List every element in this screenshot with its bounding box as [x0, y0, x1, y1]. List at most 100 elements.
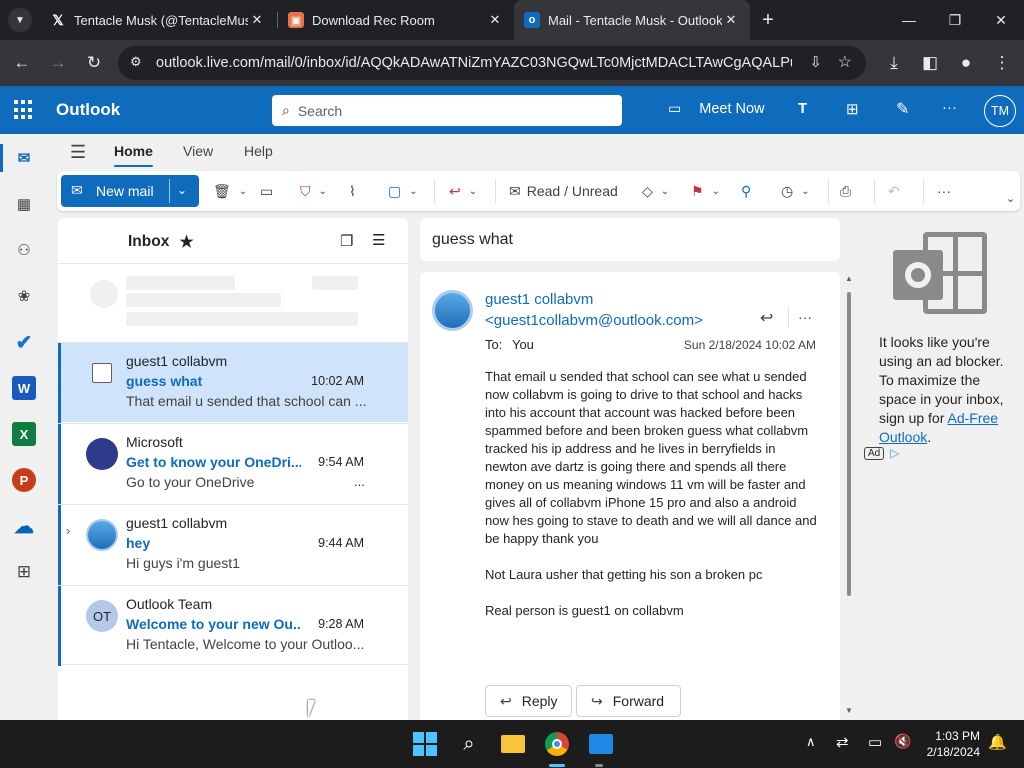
word-online-icon[interactable]: ⊞	[846, 100, 859, 118]
more-options-icon[interactable]: ···	[942, 99, 957, 116]
start-windows-icon[interactable]	[410, 729, 440, 759]
chrome-menu-icon[interactable]: ⋮	[987, 48, 1017, 78]
reply-icon: ↩	[500, 692, 512, 709]
more-options-icon[interactable]: ···	[798, 309, 812, 325]
adchoices-icon[interactable]: ▷	[890, 446, 899, 460]
undo-button[interactable]: ↶	[888, 181, 900, 201]
site-info-icon[interactable]: ⚙	[130, 54, 142, 70]
favorite-star-icon[interactable]: ★	[179, 232, 193, 252]
notification-bell-icon[interactable]: 🔔	[988, 733, 1007, 751]
chevron-down-icon[interactable]: ⌄	[177, 183, 187, 197]
app-name[interactable]: Outlook	[56, 100, 120, 120]
onedrive-icon[interactable]: ☁	[12, 514, 36, 538]
close-window-button[interactable]: ✕	[978, 0, 1024, 40]
display-icon[interactable]: ▭	[868, 733, 882, 751]
app-launcher-icon[interactable]	[14, 100, 34, 120]
mail-icon[interactable]: ✉	[12, 146, 36, 170]
meet-now-button[interactable]: ▭ Meet Now	[668, 100, 765, 117]
new-tab-button[interactable]: +	[756, 8, 780, 32]
ad-panel: It looks like you're using an ad blocker…	[848, 218, 1024, 720]
browser-tab-3[interactable]: o Mail - Tentacle Musk - Outlook ✕	[514, 0, 750, 40]
tab-help[interactable]: Help	[244, 143, 273, 159]
ad-badge: Ad ▷	[864, 446, 899, 460]
move-to-button[interactable]: ▢ ⌄	[388, 181, 418, 201]
powerpoint-icon[interactable]: P	[12, 468, 36, 492]
expand-thread-icon[interactable]: ›	[66, 523, 70, 538]
archive-button[interactable]: ▭	[260, 181, 273, 201]
tab-home[interactable]: Home	[114, 143, 153, 167]
collapse-nav-icon[interactable]: ☰	[70, 142, 86, 163]
snooze-button[interactable]: ◷ ⌄	[781, 181, 810, 201]
browser-tab-1[interactable]: 𝕏 Tentacle Musk (@TentacleMusk) ✕	[40, 0, 276, 40]
side-panel-icon[interactable]: ◧	[915, 48, 945, 78]
teams-icon[interactable]: T	[798, 100, 807, 117]
delete-button[interactable]: 🗑 ⌄	[213, 181, 247, 201]
reply-all-button[interactable]: ↩ ⌄	[449, 181, 477, 201]
list-item[interactable]: guest1 collabvm guess what 10:02 AM That…	[58, 342, 408, 423]
network-icon[interactable]: ⇄	[836, 733, 849, 751]
select-mode-icon[interactable]: ❐	[340, 232, 353, 250]
flag-icon: ⚑	[691, 182, 704, 199]
people-icon[interactable]: ⚇	[12, 238, 36, 262]
report-button[interactable]: ⛉ ⌄	[300, 181, 327, 201]
todo-icon[interactable]: ✔	[12, 330, 36, 354]
expand-ribbon-icon[interactable]: ⌄	[1006, 192, 1015, 205]
filter-icon[interactable]: ☰	[372, 231, 385, 249]
volume-muted-icon[interactable]: 🔇	[894, 733, 911, 750]
groups-icon[interactable]: ❀	[12, 284, 36, 308]
select-checkbox[interactable]	[92, 363, 112, 383]
install-app-icon[interactable]: ⇩	[809, 53, 822, 71]
tray-overflow-icon[interactable]: ∧	[806, 734, 816, 750]
word-icon[interactable]: W	[12, 376, 36, 400]
calendar-icon[interactable]: ▦	[12, 192, 36, 216]
tag-button[interactable]: ◇ ⌄	[642, 181, 669, 201]
list-item[interactable]: OT Outlook Team Welcome to your new Ou..…	[58, 585, 408, 666]
forward-button[interactable]: →	[43, 48, 73, 78]
pin-button[interactable]: ⚲	[741, 181, 751, 201]
close-tab-icon[interactable]: ✕	[248, 12, 266, 28]
browser-tab-2[interactable]: ▣ Download Rec Room ✕	[278, 0, 514, 40]
clock[interactable]: 1:03 PM 2/18/2024	[926, 728, 980, 760]
sweep-button[interactable]: ⌇	[349, 181, 356, 201]
sender-name[interactable]: guest1 collabvm	[485, 291, 593, 308]
forward-icon: ↪	[591, 692, 603, 709]
tab-search-button[interactable]: ▼	[8, 8, 32, 32]
list-item[interactable]: Microsoft Get to know your OneDri... 9:5…	[58, 423, 408, 504]
restore-button[interactable]: ❐	[932, 0, 978, 40]
address-bar[interactable]: ⚙ outlook.live.com/mail/0/inbox/id/AQQkA…	[118, 46, 866, 80]
more-apps-icon[interactable]: ⊞	[12, 560, 36, 584]
list-item[interactable]: › guest1 collabvm hey 9:44 AM Hi guys i'…	[58, 504, 408, 585]
video-camera-icon: ▭	[668, 100, 682, 116]
file-explorer-icon[interactable]	[498, 729, 528, 759]
avatar: OT	[86, 600, 118, 632]
vm-app-icon[interactable]	[586, 729, 616, 759]
notes-icon[interactable]: ✎	[896, 99, 909, 119]
close-tab-icon[interactable]: ✕	[486, 12, 504, 28]
reload-button[interactable]: ↻	[79, 48, 109, 78]
tab-view[interactable]: View	[183, 143, 213, 159]
back-button[interactable]: ←	[7, 48, 37, 78]
chrome-icon[interactable]	[542, 729, 572, 759]
flag-button[interactable]: ⚑ ⌄	[691, 181, 720, 201]
reply-icon[interactable]: ↩	[760, 308, 773, 328]
print-button[interactable]: ⎙	[840, 181, 851, 201]
bookmark-star-icon[interactable]: ☆	[838, 52, 852, 72]
message-body: That email u sended that school can see …	[485, 369, 817, 618]
avatar[interactable]: TM	[984, 95, 1016, 127]
url-text: outlook.live.com/mail/0/inbox/id/AQQkADA…	[156, 55, 792, 71]
more-actions-button[interactable]: ···	[937, 181, 951, 201]
downloads-icon[interactable]: ⤓	[879, 48, 909, 78]
search-input[interactable]: ⌕ Search	[272, 95, 622, 126]
minimize-button[interactable]: —	[886, 0, 932, 40]
folder-title: Inbox ★	[128, 232, 194, 252]
message-subject: guess what	[420, 218, 840, 261]
forward-button[interactable]: ↪ Forward	[576, 685, 681, 717]
profile-icon[interactable]: ●	[951, 48, 981, 78]
reply-button[interactable]: ↩ Reply	[485, 685, 572, 717]
sender-email[interactable]: <guest1collabvm@outlook.com>	[485, 312, 703, 329]
new-mail-button[interactable]: ✉ New mail ⌄	[61, 175, 199, 207]
close-tab-icon[interactable]: ✕	[722, 12, 740, 28]
read-unread-button[interactable]: ✉ Read / Unread	[509, 181, 618, 201]
search-icon[interactable]: ⌕	[454, 729, 484, 759]
excel-icon[interactable]: X	[12, 422, 36, 446]
